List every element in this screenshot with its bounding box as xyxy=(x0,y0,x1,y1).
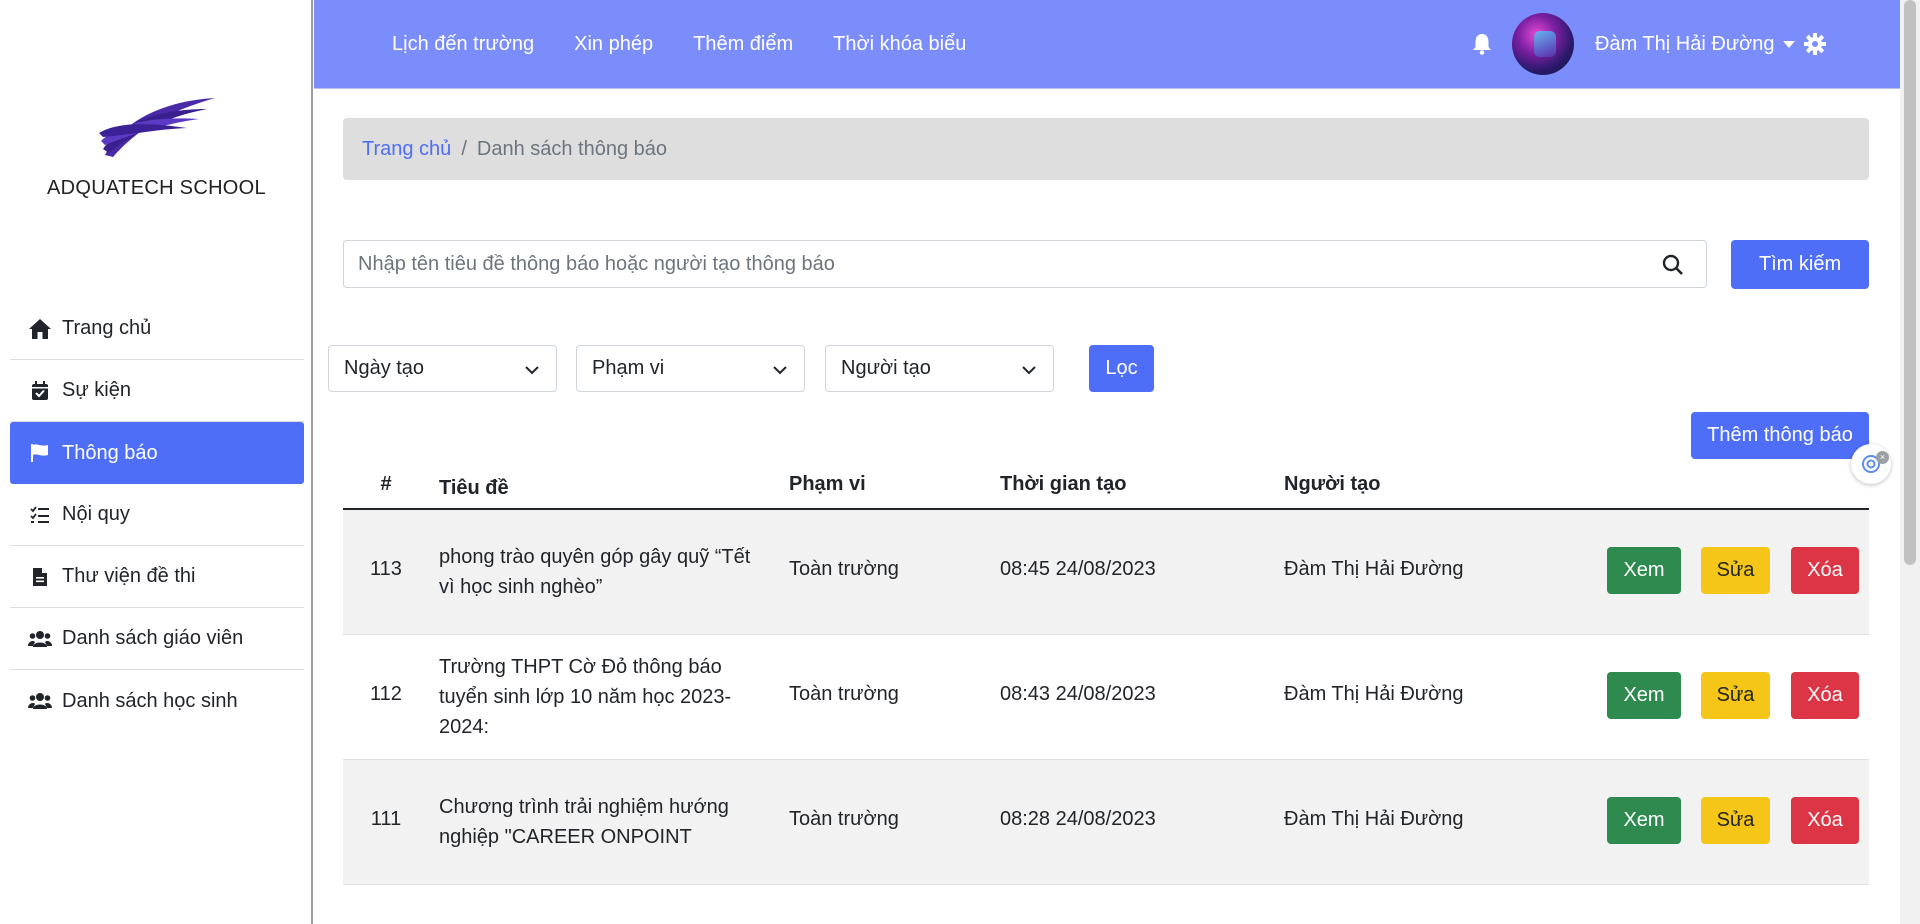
view-button[interactable]: Xem xyxy=(1607,797,1681,844)
bell-icon[interactable] xyxy=(1472,33,1492,60)
chevron-down-icon xyxy=(1782,41,1795,48)
row-title: phong trào quyên góp gây quỹ “Tết vì học… xyxy=(439,546,751,598)
row-index: 112 xyxy=(370,683,402,705)
breadcrumb-current: Danh sách thông báo xyxy=(476,137,668,160)
sidebar-item-label: Danh sách học sinh xyxy=(62,689,238,712)
notifications-table: # Tiêu đề Phạm vi Thời gian tạo Người tạ… xyxy=(343,465,1869,885)
header-created-time: Thời gian tạo xyxy=(1000,473,1127,495)
flag-icon xyxy=(28,441,52,465)
chevron-down-icon xyxy=(772,361,788,384)
sidebar-item-notifications[interactable]: Thông báo xyxy=(10,422,304,484)
sidebar-item-label: Sự kiện xyxy=(62,379,131,401)
avatar[interactable] xyxy=(1512,13,1574,75)
header-author: Người tạo xyxy=(1284,473,1381,495)
sidebar-item-teachers[interactable]: Danh sách giáo viên xyxy=(10,608,304,670)
scope-filter-value: Phạm vi xyxy=(592,357,665,379)
filter-button[interactable]: Lọc xyxy=(1089,345,1154,392)
row-title: Trường THPT Cờ Đỏ thông báo tuyển sinh l… xyxy=(439,656,732,738)
date-filter-value: Ngày tạo xyxy=(344,357,425,379)
add-notification-button[interactable]: Thêm thông báo xyxy=(1691,412,1869,459)
chevron-down-icon xyxy=(1021,361,1037,384)
edit-button[interactable]: Sửa xyxy=(1701,672,1770,719)
table-header: # Tiêu đề Phạm vi Thời gian tạo Người tạ… xyxy=(343,465,1869,510)
row-author: Đàm Thị Hải Đường xyxy=(1284,558,1464,580)
users-icon xyxy=(28,627,52,651)
row-scope: Toàn trường xyxy=(789,683,899,705)
calendar-check-icon xyxy=(28,379,52,403)
file-icon xyxy=(28,565,52,589)
checklist-icon xyxy=(28,503,52,527)
header-scope: Phạm vi xyxy=(789,473,866,495)
nav-link-leave-request[interactable]: Xin phép xyxy=(574,33,653,56)
row-title: Chương trình trải nghiệm hướng nghiệp "C… xyxy=(439,796,729,848)
edit-button[interactable]: Sửa xyxy=(1701,797,1770,844)
delete-button[interactable]: Xóa xyxy=(1791,672,1859,719)
logo[interactable]: ADQUATECH SCHOOL xyxy=(0,95,313,200)
sidebar-item-events[interactable]: Sự kiện xyxy=(10,360,304,422)
top-header: Lịch đến trường Xin phép Thêm điểm Thời … xyxy=(314,0,1900,89)
home-icon xyxy=(28,317,52,341)
header-title: Tiêu đề xyxy=(439,477,509,499)
nav-link-schedule[interactable]: Lịch đến trường xyxy=(392,33,534,56)
author-filter-select[interactable]: Người tạo xyxy=(825,345,1054,392)
users-icon xyxy=(28,689,52,713)
row-author: Đàm Thị Hải Đường xyxy=(1284,683,1464,705)
chevron-down-icon xyxy=(524,361,540,384)
view-button[interactable]: Xem xyxy=(1607,547,1681,594)
date-filter-select[interactable]: Ngày tạo xyxy=(328,345,557,392)
breadcrumb-separator: / xyxy=(461,137,467,160)
nav-link-timetable[interactable]: Thời khóa biểu xyxy=(833,33,966,56)
delete-button[interactable]: Xóa xyxy=(1791,547,1859,594)
sidebar-item-home[interactable]: Trang chủ xyxy=(10,298,304,360)
sidebar-item-label: Thông báo xyxy=(62,441,158,464)
scope-filter-select[interactable]: Phạm vi xyxy=(576,345,805,392)
gear-icon[interactable] xyxy=(1804,33,1826,60)
search-icon[interactable] xyxy=(1662,254,1684,281)
row-scope: Toàn trường xyxy=(789,808,899,830)
sidebar-item-exam-library[interactable]: Thư viện đề thi xyxy=(10,546,304,608)
delete-button[interactable]: Xóa xyxy=(1791,797,1859,844)
row-created-time: 08:43 24/08/2023 xyxy=(1000,683,1156,705)
user-menu[interactable]: Đàm Thị Hải Đường xyxy=(1595,0,1795,89)
table-row: 111 Chương trình trải nghiệm hướng nghiệ… xyxy=(343,760,1869,885)
sidebar-item-label: Thư viện đề thi xyxy=(62,565,196,587)
wing-logo-icon xyxy=(98,98,215,157)
view-button[interactable]: Xem xyxy=(1607,672,1681,719)
user-name: Đàm Thị Hải Đường xyxy=(1595,33,1775,55)
breadcrumb-home-link[interactable]: Trang chủ xyxy=(362,138,451,161)
sidebar-item-label: Trang chủ xyxy=(62,317,152,339)
nav-link-add-grade[interactable]: Thêm điểm xyxy=(693,33,793,56)
top-nav: Lịch đến trường Xin phép Thêm điểm Thời … xyxy=(392,0,1006,89)
table-row: 112 Trường THPT Cờ Đỏ thông báo tuyển si… xyxy=(343,635,1869,760)
sidebar-item-label: Danh sách giáo viên xyxy=(62,627,244,649)
row-created-time: 08:45 24/08/2023 xyxy=(1000,558,1156,580)
sidebar-nav: Trang chủ Sự kiện Thông báo Nội quy Thư … xyxy=(10,298,304,732)
header-index: # xyxy=(380,473,392,495)
row-index: 113 xyxy=(370,558,402,580)
search-button[interactable]: Tìm kiếm xyxy=(1731,240,1869,289)
search-box xyxy=(343,240,1707,288)
edit-button[interactable]: Sửa xyxy=(1701,547,1770,594)
author-filter-value: Người tạo xyxy=(841,357,931,379)
row-scope: Toàn trường xyxy=(789,558,899,580)
sidebar-item-rules[interactable]: Nội quy xyxy=(10,484,304,546)
close-icon[interactable]: × xyxy=(1876,451,1889,464)
breadcrumb: Trang chủ / Danh sách thông báo xyxy=(343,118,1869,180)
row-author: Đàm Thị Hải Đường xyxy=(1284,808,1464,830)
search-input[interactable] xyxy=(344,241,1624,287)
sidebar-item-label: Nội quy xyxy=(62,503,130,525)
row-created-time: 08:28 24/08/2023 xyxy=(1000,808,1156,830)
sidebar-item-students[interactable]: Danh sách học sinh xyxy=(10,670,304,732)
table-row: 113 phong trào quyên góp gây quỹ “Tết vì… xyxy=(343,510,1869,635)
row-index: 111 xyxy=(370,808,402,830)
sidebar: ADQUATECH SCHOOL Trang chủ Sự kiện Thông… xyxy=(0,0,313,924)
page-scrollbar[interactable] xyxy=(1900,0,1920,924)
school-name: ADQUATECH SCHOOL xyxy=(47,177,266,199)
scrollbar-thumb[interactable] xyxy=(1904,0,1916,565)
